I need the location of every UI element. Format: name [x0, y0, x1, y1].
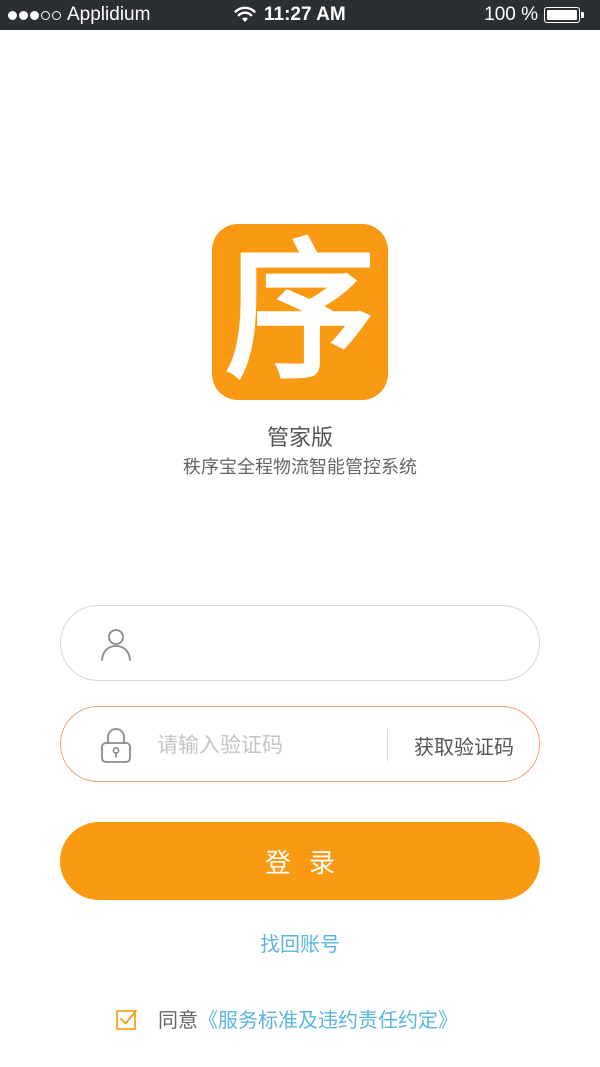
input-divider [387, 729, 388, 761]
account-input-row [60, 605, 540, 681]
status-bar: Applidium 11:27 AM 100 % [0, 0, 600, 30]
checkbox-checked-icon[interactable] [116, 1008, 138, 1030]
user-icon [101, 629, 131, 661]
app-edition: 管家版 [266, 426, 333, 451]
status-center: 11:27 AM [234, 4, 346, 26]
logo-character: 序 [224, 224, 375, 400]
terms-link[interactable]: 《服务标准及违约责任约定》 [198, 1004, 458, 1033]
recover-account-link[interactable]: 找回账号 [0, 928, 600, 957]
agreement-row: 同意 《服务标准及违约责任约定》 [116, 1004, 458, 1033]
agreement-prefix: 同意 [158, 1008, 198, 1032]
lock-icon [101, 728, 131, 763]
status-right: 100 % [484, 4, 584, 26]
app-logo: 序 [212, 224, 388, 400]
login-button[interactable]: 登录 [60, 822, 540, 900]
status-time: 11:27 AM [264, 4, 346, 25]
battery-percent: 100 % [484, 4, 538, 25]
code-input-row: 获取验证码 [60, 706, 540, 782]
wifi-icon [234, 6, 256, 22]
account-input[interactable] [157, 624, 517, 664]
carrier-name: Applidium [67, 4, 151, 25]
get-code-button[interactable]: 获取验证码 [399, 727, 529, 763]
status-left: Applidium [8, 4, 150, 26]
app-subtitle: 秩序宝全程物流智能管控系统 [183, 457, 417, 478]
signal-dots-icon [8, 10, 61, 20]
verification-code-input[interactable] [157, 725, 379, 765]
battery-icon [544, 7, 584, 23]
